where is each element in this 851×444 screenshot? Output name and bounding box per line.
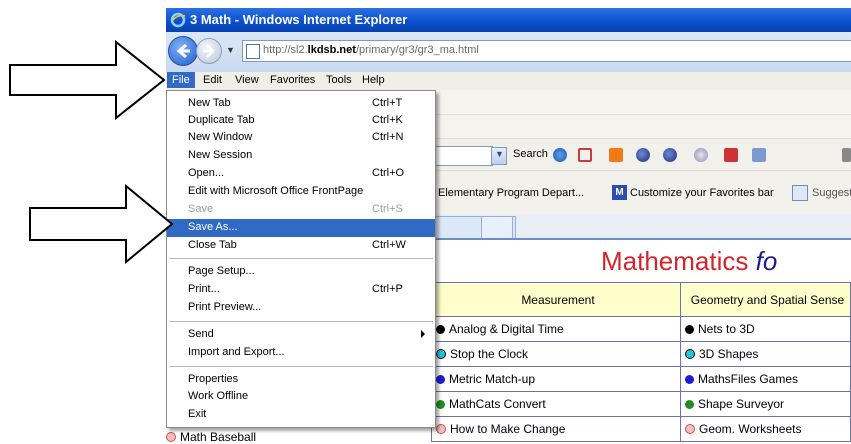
link-cell[interactable]: Shape Surveyor [680,391,851,417]
menu-item-new-session[interactable]: New Session [167,147,435,165]
menu-item-save-as[interactable]: Save As... [167,219,435,237]
blogger-icon[interactable] [609,148,623,162]
column-header-measurement: Measurement [431,282,681,317]
navigation-bar: ▼ http://sl2.lkdsb.net/primary/gr3/gr3_m… [166,32,851,72]
suggested-sites-icon [792,185,808,201]
link-cell[interactable]: Metric Match-up [431,366,681,392]
history-dropdown-icon[interactable]: ▼ [226,45,235,55]
bullet-icon [685,325,694,334]
internet-explorer-icon [170,12,186,28]
bullet-icon [436,400,445,409]
menu-item-exit[interactable]: Exit [167,406,435,424]
toolbar-globe-icon[interactable] [553,148,567,162]
page-icon [246,44,260,59]
menu-item-new-tab[interactable]: New Tab Ctrl+T [167,95,435,113]
chevron-down-icon: ▼ [495,149,504,159]
bullet-icon [436,325,445,334]
bullet-icon [685,349,695,359]
menu-bar: File Edit View Favorites Tools Help [166,72,851,91]
favorite-elementary-program[interactable]: Elementary Program Depart... [438,187,584,199]
address-url: http://sl2.lkdsb.net/primary/gr3/gr3_ma.… [263,44,479,56]
table-row: Analog & Digital Time Nets to 3D [431,316,851,342]
file-menu-dropdown: New Tab Ctrl+T Duplicate Tab Ctrl+K New Wi… [166,90,436,428]
toolbar-sphere-icon[interactable] [636,148,650,162]
bullet-icon [685,424,695,434]
youtube-icon[interactable] [724,148,738,162]
menu-tools[interactable]: Tools [326,74,352,86]
table-row: Stop the Clock 3D Shapes [431,341,851,367]
table-row: Metric Match-up MathsFiles Games [431,366,851,392]
table-row: How to Make Change Geom. Worksheets [431,416,851,442]
menu-item-save: Save Ctrl+S [188,203,403,215]
menu-separator [169,258,433,259]
menu-file[interactable]: File [167,72,195,88]
window-title: 3 Math - Windows Internet Explorer [190,12,408,27]
menu-item-send[interactable]: Send [167,326,435,344]
msn-icon: M [612,185,627,200]
menu-item-page-setup[interactable]: Page Setup... [167,263,435,281]
bullet-icon [436,349,446,359]
menu-item-close-tab[interactable]: Close Tab Ctrl+W [167,237,435,255]
toolbar-more-icon[interactable] [842,148,851,162]
menu-item-new-window[interactable]: New Window Ctrl+N [167,129,435,147]
column-header-geometry: Geometry and Spatial Sense [680,282,851,317]
menu-item-edit-frontpage[interactable]: Edit with Microsoft Office FrontPage [167,183,435,201]
menu-separator [169,366,433,367]
forward-arrow-icon [203,44,215,58]
link-cell[interactable]: Stop the Clock [431,341,681,367]
search-button[interactable]: Search [513,148,548,160]
page-heading: Mathematics fo [601,246,778,276]
window-title-bar: 3 Math - Windows Internet Explorer [166,8,851,32]
bullet-icon [685,375,694,384]
menu-item-print[interactable]: Print... Ctrl+P [167,281,435,299]
table-row: MathCats Convert Shape Surveyor [431,391,851,417]
bullet-icon [436,424,446,434]
menu-help[interactable]: Help [362,74,385,86]
favorite-customize[interactable]: Customize your Favorites bar [630,187,774,199]
menu-item-print-preview[interactable]: Print Preview... [167,299,435,317]
menu-view[interactable]: View [235,74,259,86]
toolbar-search-box[interactable] [434,146,493,166]
link-cell[interactable]: 3D Shapes [680,341,851,367]
submenu-arrow-icon [421,330,425,338]
tab-new[interactable] [481,216,513,239]
menu-item-open[interactable]: Open... Ctrl+O [167,165,435,183]
menu-item-duplicate-tab[interactable]: Duplicate Tab Ctrl+K [167,112,435,130]
forward-button[interactable] [196,38,222,64]
mail-icon[interactable] [578,148,592,162]
menu-edit[interactable]: Edit [203,74,222,86]
menu-separator [169,321,433,322]
toolbar-plus-icon[interactable] [752,148,766,162]
bullet-icon [436,375,445,384]
link-cell[interactable]: Analog & Digital Time [431,316,681,342]
link-cell[interactable]: MathsFiles Games [680,366,851,392]
link-cell[interactable]: Nets to 3D [680,316,851,342]
bullet-icon [685,400,694,409]
link-cell[interactable]: Geom. Worksheets [680,416,851,442]
back-button[interactable] [168,36,198,66]
toolbar-bookmark-icon[interactable] [694,148,708,162]
favorite-suggested[interactable]: Suggested [812,187,851,199]
activities-table: Measurement Geometry and Spatial Sense A… [431,282,851,442]
link-cell[interactable]: MathCats Convert [431,391,681,417]
left-link-cell[interactable]: Math Baseball [166,430,256,444]
menu-item-properties[interactable]: Properties [167,371,435,389]
menu-item-work-offline[interactable]: Work Offline [167,388,435,406]
pointer-arrow-to-file-menu [9,40,166,120]
toolbar-sphere-icon[interactable] [663,148,677,162]
search-dropdown-button[interactable]: ▼ [491,147,507,165]
menu-item-import-export[interactable]: Import and Export... [167,344,435,362]
link-cell[interactable]: How to Make Change [431,416,681,442]
back-arrow-icon [176,43,190,59]
address-field[interactable]: http://sl2.lkdsb.net/primary/gr3/gr3_ma.… [242,40,851,62]
menu-favorites[interactable]: Favorites [270,74,315,86]
pointer-arrow-to-save-as [29,184,174,264]
